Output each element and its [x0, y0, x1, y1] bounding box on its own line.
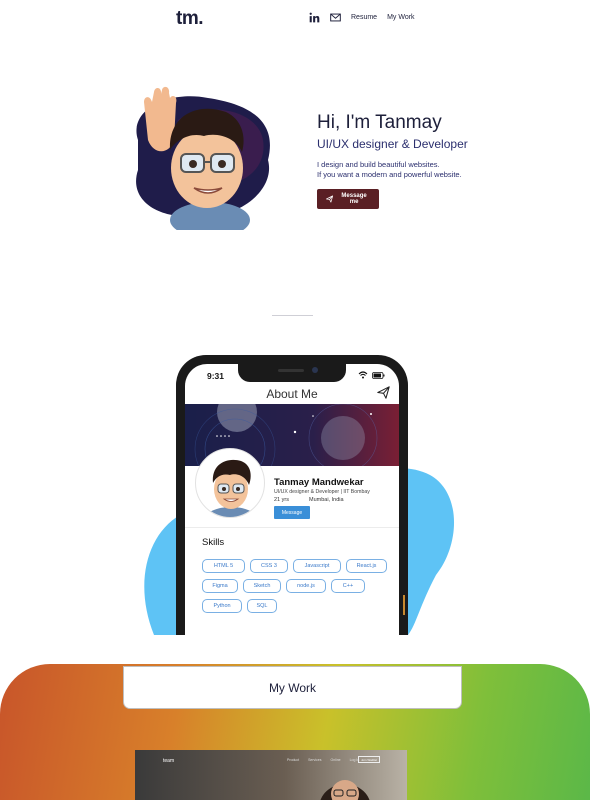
- nav-link-resume[interactable]: Resume: [351, 14, 377, 21]
- top-nav: Resume My Work: [309, 12, 415, 23]
- skill-chip[interactable]: Python: [202, 599, 242, 613]
- skill-chip[interactable]: node.js: [286, 579, 326, 593]
- status-icons: [358, 371, 385, 379]
- profile-name: Tanmay Mandwekar: [274, 477, 364, 488]
- site-logo[interactable]: tm.: [176, 8, 204, 30]
- profile-message-button[interactable]: Message: [274, 506, 310, 519]
- about-me-title: About Me: [266, 387, 318, 401]
- message-me-label: Message me: [341, 193, 367, 206]
- card-divider: [185, 527, 399, 528]
- skill-chip[interactable]: Sketch: [243, 579, 281, 593]
- status-time: 9:31: [207, 371, 225, 381]
- preview-nav: Product Services Online Log In: [287, 758, 359, 762]
- skill-chip[interactable]: SQL: [247, 599, 277, 613]
- wifi-icon: [358, 371, 368, 379]
- preview-nav-item: Product: [287, 758, 300, 762]
- hero-memoji-avatar: [136, 86, 270, 230]
- hero-description-line: If you want a modern and powerful websit…: [317, 170, 462, 180]
- memoji-avatar: [205, 459, 257, 517]
- speaker-grille: [278, 369, 304, 372]
- preview-nav-item: Services: [308, 758, 322, 762]
- profile-role: UI/UX designer & Developer | IIT Bombay: [274, 489, 370, 495]
- skill-chip[interactable]: React.js: [346, 559, 387, 573]
- hero-description-line: I design and build beautiful websites.: [317, 160, 440, 169]
- phone-side-button: [403, 595, 405, 615]
- preview-cta: Join Waitlist: [358, 756, 380, 763]
- profile-age: 21 yrs: [274, 497, 289, 503]
- skills-list: HTML 5 CSS 3 Javascript React.js Figma S…: [202, 559, 398, 613]
- phone-mockup: 9:31 About Me Tanmay Mandwekar UI/UX des…: [176, 355, 408, 635]
- preview-person-image: [320, 780, 370, 800]
- skill-chip[interactable]: CSS 3: [250, 559, 288, 573]
- my-work-title: My Work: [268, 680, 317, 695]
- mail-icon[interactable]: [330, 12, 341, 23]
- profile-meta: 21 yrs Mumbai, India: [274, 497, 344, 503]
- skill-chip[interactable]: HTML 5: [202, 559, 245, 573]
- send-icon: [326, 195, 334, 203]
- skills-title: Skills: [202, 537, 225, 548]
- message-me-button[interactable]: Message me: [317, 189, 379, 210]
- project-preview[interactable]: team Product Services Online Log In Join…: [135, 750, 407, 800]
- skill-chip[interactable]: Javascript: [293, 559, 341, 573]
- battery-icon: [372, 371, 385, 379]
- preview-nav-item: Online: [330, 758, 341, 762]
- phone-notch: [238, 364, 346, 382]
- section-divider: [272, 315, 313, 316]
- hero-intro: Hi, I'm Tanmay UI/UX designer & Develope…: [317, 112, 468, 210]
- profile-avatar: [195, 448, 265, 518]
- front-camera: [312, 367, 318, 373]
- skill-chip[interactable]: C++: [331, 579, 365, 593]
- hero-subtitle: UI/UX designer & Developer: [317, 137, 468, 151]
- nav-link-my-work[interactable]: My Work: [387, 14, 414, 21]
- send-icon[interactable]: [377, 386, 390, 399]
- phone-screen: 9:31 About Me Tanmay Mandwekar UI/UX des…: [185, 364, 399, 635]
- skill-chip[interactable]: Figma: [202, 579, 238, 593]
- hero-description: I design and build beautiful websites. I…: [317, 160, 468, 180]
- preview-logo: team: [163, 758, 175, 764]
- profile-location: Mumbai, India: [308, 497, 344, 503]
- linkedin-icon[interactable]: [309, 12, 320, 23]
- hero-title: Hi, I'm Tanmay: [317, 112, 442, 133]
- my-work-header: My Work: [123, 666, 462, 709]
